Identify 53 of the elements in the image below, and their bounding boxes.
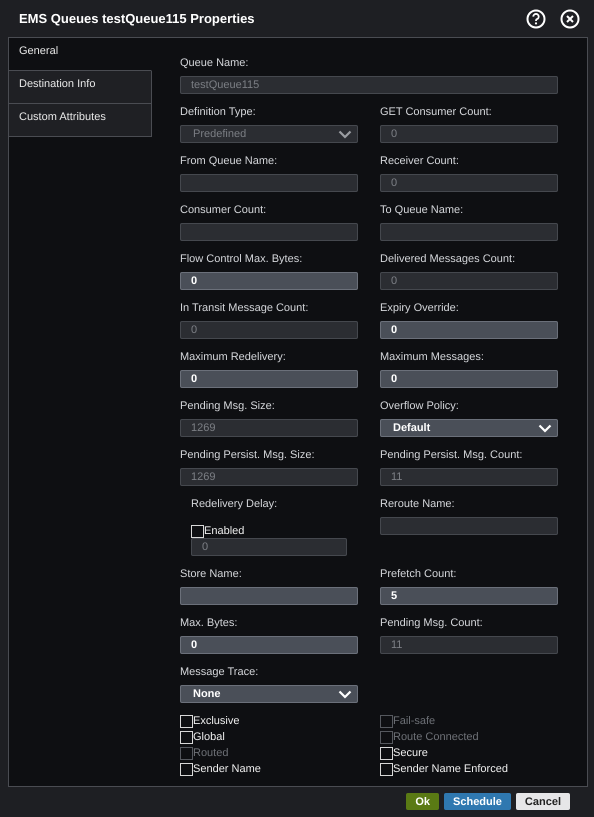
schedule-button[interactable]: Schedule — [444, 793, 511, 810]
input-field[interactable]: 0 — [380, 321, 558, 339]
field-label: Maximum Messages: — [380, 350, 485, 364]
caret-icon — [338, 690, 352, 698]
field-label: Message Trace: — [180, 665, 260, 679]
caret-icon — [538, 424, 552, 432]
field-label: From Queue Name: — [180, 154, 278, 168]
cancel-button[interactable]: Cancel — [516, 793, 570, 810]
input-field[interactable]: 0 — [180, 370, 358, 388]
field-label: To Queue Name: — [380, 203, 464, 217]
field-label: Overflow Policy: — [380, 399, 460, 413]
field-label: Pending Msg. Size: — [180, 399, 276, 413]
help-icon[interactable] — [526, 8, 546, 28]
field-label: GET Consumer Count: — [380, 105, 493, 119]
checkbox-label: Sender Name — [193, 763, 261, 776]
field-label: Maximum Redelivery: — [180, 350, 287, 364]
ok-button[interactable]: Ok — [406, 793, 440, 810]
field-label: Max. Bytes: — [180, 616, 238, 630]
field-label: Pending Msg. Count: — [380, 616, 484, 630]
input-field[interactable] — [180, 587, 358, 605]
checkbox-label: Secure — [393, 747, 428, 760]
field-label: Queue Name: — [180, 56, 250, 70]
checkbox-label: Route Connected — [393, 731, 479, 744]
input-field[interactable]: 0 — [380, 370, 558, 388]
field-label: Definition Type: — [180, 105, 257, 119]
dropdown[interactable]: Default — [380, 419, 558, 437]
input-field[interactable]: 0 — [180, 272, 358, 290]
dropdown[interactable]: None — [180, 685, 358, 703]
field-label: In Transit Message Count: — [180, 301, 310, 315]
checkbox-label: Sender Name Enforced — [393, 763, 508, 776]
input-field[interactable]: 5 — [380, 587, 558, 605]
checkbox-label: Fail-safe — [393, 715, 436, 728]
window-title: EMS Queues testQueue115 Properties — [19, 11, 256, 26]
input-field[interactable]: 0 — [180, 636, 358, 654]
field-label: Pending Persist. Msg. Count: — [380, 448, 524, 462]
tab[interactable]: Custom Attributes — [9, 104, 152, 137]
checkbox-label: Global — [193, 731, 225, 744]
checkbox-label: Exclusive — [193, 715, 240, 728]
field-label: Flow Control Max. Bytes: — [180, 252, 304, 266]
field-label: Pending Persist. Msg. Size: — [180, 448, 316, 462]
field-label: Prefetch Count: — [380, 567, 458, 581]
field-label: Receiver Count: — [380, 154, 460, 168]
checkbox-label: Routed — [193, 747, 228, 760]
tab[interactable]: Destination Info — [9, 71, 152, 104]
checkbox-label: Enabled — [204, 525, 244, 538]
field-label: Consumer Count: — [180, 203, 268, 217]
field-label: Expiry Override: — [380, 301, 460, 315]
field-label: Store Name: — [180, 567, 243, 581]
field-label: Delivered Messages Count: — [380, 252, 516, 266]
field-label: Redelivery Delay: — [191, 497, 278, 511]
caret-icon — [338, 130, 352, 138]
close-icon[interactable] — [560, 8, 580, 28]
field-label: Reroute Name: — [380, 497, 456, 511]
